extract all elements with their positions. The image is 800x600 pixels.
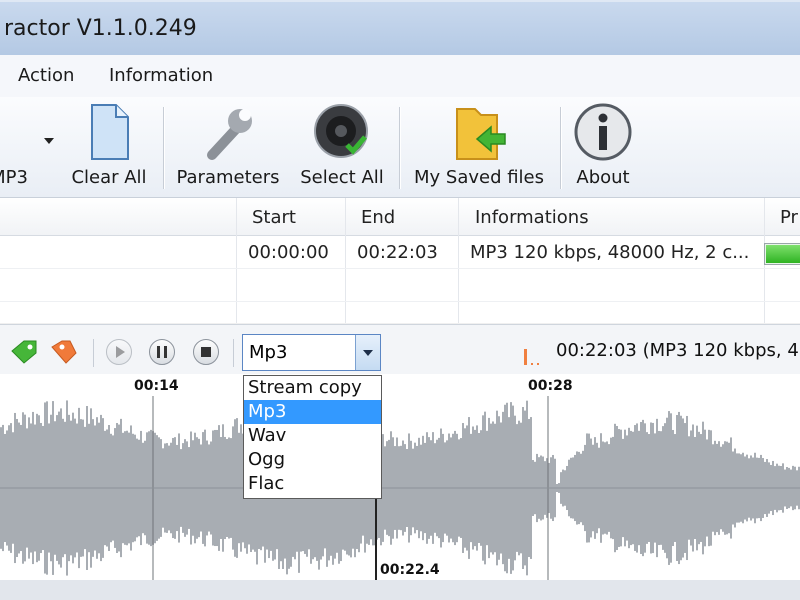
format-option-stream-copy[interactable]: Stream copy bbox=[244, 376, 381, 400]
about-button[interactable]: About bbox=[568, 97, 638, 197]
title-bar: ractor V1.1.0.249 bbox=[0, 0, 800, 55]
pause-button[interactable] bbox=[149, 339, 175, 365]
mp3-button[interactable]: MP3 bbox=[0, 97, 34, 197]
table-row[interactable]: 00:00:00 00:22:03 MP3 120 kbps, 48000 Hz… bbox=[0, 236, 800, 269]
file-table: Start End Informations Pr 00:00:00 00:22… bbox=[0, 198, 800, 334]
pause-icon-bar bbox=[164, 346, 167, 358]
menu-bar: Action Information bbox=[0, 55, 800, 98]
clear-all-button[interactable]: Clear All bbox=[66, 97, 152, 197]
select-all-button[interactable]: Select All bbox=[294, 97, 390, 197]
format-option-ogg[interactable]: Ogg bbox=[244, 448, 381, 472]
track-info: 00:22:03 (MP3 120 kbps, 4 bbox=[556, 340, 799, 361]
player-separator bbox=[93, 339, 94, 367]
toolbar-separator bbox=[399, 107, 401, 189]
parameters-button[interactable]: Parameters bbox=[172, 97, 284, 197]
format-selected-value: Mp3 bbox=[249, 342, 288, 363]
timeline-tick: 00:28 bbox=[528, 378, 573, 394]
column-end[interactable]: End bbox=[361, 207, 395, 228]
play-button[interactable] bbox=[106, 339, 132, 365]
toolbar-separator bbox=[163, 107, 165, 189]
table-row bbox=[0, 269, 800, 302]
format-options-list: Stream copy Mp3 Wav Ogg Flac bbox=[243, 375, 382, 499]
marker-icon bbox=[524, 349, 539, 365]
waveform-area[interactable]: 00:14 00:28 00:22.4 bbox=[0, 374, 800, 580]
my-saved-files-button[interactable]: My Saved files bbox=[408, 97, 550, 197]
row-progress-bar bbox=[764, 243, 800, 265]
timeline-tick: 00:14 bbox=[134, 378, 179, 394]
column-informations[interactable]: Informations bbox=[475, 207, 589, 228]
toolbar: MP3 Clear All Parameters Select All M bbox=[0, 97, 800, 198]
wrench-icon bbox=[207, 109, 252, 160]
column-progress[interactable]: Pr bbox=[780, 207, 798, 228]
play-icon bbox=[116, 346, 125, 358]
cell-start: 00:00:00 bbox=[248, 242, 329, 263]
document-icon bbox=[91, 104, 129, 160]
player-separator bbox=[233, 339, 234, 367]
pause-icon bbox=[157, 346, 160, 358]
select-all-label: Select All bbox=[300, 167, 384, 188]
table-header: Start End Informations Pr bbox=[0, 198, 800, 236]
parameters-label: Parameters bbox=[176, 167, 280, 188]
toolbar-separator bbox=[560, 107, 562, 189]
my-saved-files-label: My Saved files bbox=[413, 167, 545, 188]
mp3-dropdown-arrow-icon[interactable] bbox=[44, 138, 54, 144]
cell-end: 00:22:03 bbox=[357, 242, 438, 263]
waveform[interactable] bbox=[0, 396, 800, 580]
menu-information[interactable]: Information bbox=[109, 65, 213, 86]
format-option-flac[interactable]: Flac bbox=[244, 472, 381, 496]
cursor-time-label: 00:22.4 bbox=[380, 562, 440, 578]
format-option-wav[interactable]: Wav bbox=[244, 424, 381, 448]
speaker-icon bbox=[314, 104, 368, 158]
format-select-arrow-icon[interactable] bbox=[355, 335, 380, 370]
window-title: ractor V1.1.0.249 bbox=[4, 16, 197, 41]
stop-icon bbox=[201, 347, 211, 357]
cell-informations: MP3 120 kbps, 48000 Hz, 2 c... bbox=[470, 242, 750, 263]
bottom-scrollbar[interactable] bbox=[0, 580, 800, 600]
mp3-label: MP3 bbox=[0, 167, 28, 188]
clear-all-label: Clear All bbox=[71, 167, 147, 188]
format-option-mp3[interactable]: Mp3 bbox=[244, 400, 381, 424]
stop-button[interactable] bbox=[193, 339, 219, 365]
format-select[interactable]: Mp3 bbox=[242, 334, 381, 371]
column-start[interactable]: Start bbox=[252, 207, 296, 228]
menu-action[interactable]: Action bbox=[18, 65, 74, 86]
time-ruler: 00:14 00:28 bbox=[0, 374, 800, 396]
green-tag-icon[interactable] bbox=[10, 339, 38, 365]
info-icon bbox=[574, 103, 632, 161]
orange-tag-icon[interactable] bbox=[50, 339, 78, 365]
about-label: About bbox=[576, 167, 630, 188]
folder-icon bbox=[456, 108, 506, 160]
row-progress-fill bbox=[766, 245, 800, 263]
